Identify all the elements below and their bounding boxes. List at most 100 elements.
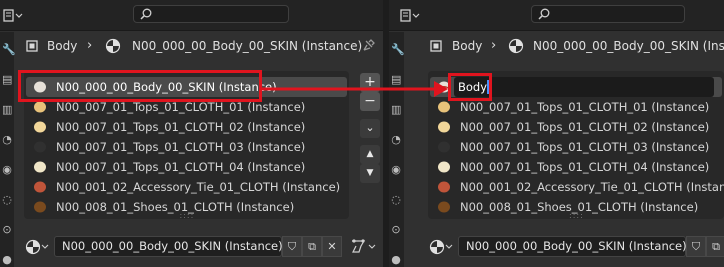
material-tab-icon[interactable]: ● [2,254,12,266]
material-slot[interactable]: N00_007_01_Tops_01_CLOTH_03 (Instance) [26,137,347,157]
material-slot-label: N00_007_01_Tops_01_CLOTH_04 (Instance) [460,160,710,174]
chevron-right-icon: › [87,38,93,53]
duplicate-material-button[interactable]: ⧉ [706,236,724,257]
material-slot[interactable]: N00_007_01_Tops_01_CLOTH_01 (Instance) [26,97,347,117]
material-preview-icon [438,141,450,153]
properties-panel-right: 🔧 ▤ ▥ ◔ ◉ ◌ ⊙ ● Body › N00_000_00_Body_0… [389,0,724,267]
breadcrumb-material: N00_000_00_Body_00_SKIN (Instance) [132,39,363,53]
breadcrumb-material: N00_000_00_Body_00_SKIN (Instance) [533,39,724,53]
duplicate-material-button[interactable]: ⧉ [302,236,322,257]
world-tab-icon[interactable]: ◉ [2,164,12,176]
breadcrumb-object: Body [452,39,483,53]
editor-type-icon[interactable] [2,8,24,24]
material-slot-label: N00_000_00_Body_00_SKIN (Instance) [56,80,277,94]
fake-user-button[interactable]: ⛉ [686,236,706,257]
material-slot[interactable]: N00_008_01_Shoes_01_CLOTH (Instance) [430,197,722,217]
add-slot-button[interactable]: + [360,73,380,92]
material-preview-icon [34,81,46,93]
panel-header [0,0,383,31]
link-type-icon[interactable] [350,237,380,257]
breadcrumb-object: Body [47,39,78,53]
slot-specials-button[interactable]: ⌄ [360,119,380,138]
constraint-tab-icon[interactable]: ⊙ [2,224,12,236]
material-preview-icon [438,101,450,113]
material-tab-icon[interactable]: ● [391,254,401,266]
tool-tab-icon[interactable]: 🔧 [391,44,405,56]
physics-tab-icon[interactable]: ◌ [2,194,12,206]
material-slot-editing[interactable]: Body [430,77,722,97]
material-slot[interactable]: N00_007_01_Tops_01_CLOTH_01 (Instance) [430,97,722,117]
material-slot-label: N00_007_01_Tops_01_CLOTH_04 (Instance) [56,160,306,174]
search-icon [538,8,550,20]
material-slot-label: N00_007_01_Tops_01_CLOTH_02 (Instance) [56,120,306,134]
world-tab-icon[interactable]: ◉ [391,164,401,176]
tool-tab-icon[interactable]: 🔧 [2,44,16,56]
pin-icon[interactable] [361,39,375,53]
breadcrumb: Body › N00_000_00_Body_00_SKIN (Instance… [428,37,724,55]
search-icon [140,8,152,20]
material-slot-label: N00_008_01_Shoes_01_CLOTH (Instance) [56,200,295,214]
material-name-field[interactable]: N00_000_00_Body_00_SKIN (Instance) [54,236,283,257]
material-preview-icon [438,81,450,93]
material-slot[interactable]: N00_001_02_Accessory_Tie_01_CLOTH (Insta… [430,177,724,197]
text-caret [487,80,489,94]
material-slot-label: N00_007_01_Tops_01_CLOTH_02 (Instance) [460,120,710,134]
material-preview-icon [34,101,46,113]
material-name-field[interactable]: N00_000_00_Body_00_SKIN (Instance) [458,236,687,257]
output-tab-icon[interactable]: ▥ [2,104,12,116]
physics-tab-icon[interactable]: ◌ [391,194,401,206]
unlink-material-button[interactable]: ✕ [322,236,342,257]
material-slot-label: N00_007_01_Tops_01_CLOTH_03 (Instance) [460,140,710,154]
material-icon [508,38,524,54]
remove-slot-button[interactable]: − [360,92,380,111]
search-input[interactable] [531,5,685,23]
constraint-tab-icon[interactable]: ⊙ [391,224,401,236]
move-slot-down-button[interactable]: ▼ [360,164,380,183]
material-icon [105,38,121,54]
properties-tab-strip: 🔧 ▤ ▥ ◔ ◉ ◌ ⊙ ● [389,32,405,267]
properties-tab-strip: 🔧 ▤ ▥ ◔ ◉ ◌ ⊙ ● [0,32,16,267]
material-slot-label: N00_008_01_Shoes_01_CLOTH (Instance) [460,200,699,214]
material-slot[interactable]: N00_007_01_Tops_01_CLOTH_02 (Instance) [26,117,347,137]
render-tab-icon[interactable]: ▤ [391,74,401,86]
material-slot-label: N00_007_01_Tops_01_CLOTH_03 (Instance) [56,140,306,154]
material-footer: N00_000_00_Body_00_SKIN (Instance) ⛉ ⧉ [428,236,724,258]
breadcrumb: Body › N00_000_00_Body_00_SKIN (Instance… [24,37,375,55]
move-slot-up-button[interactable]: ▲ [360,145,380,164]
material-slot[interactable]: N00_008_01_Shoes_01_CLOTH (Instance) [26,197,347,217]
render-tab-icon[interactable]: ▤ [2,74,12,86]
chevron-right-icon: › [491,38,497,53]
material-preview-icon [34,201,46,213]
material-slot-list[interactable]: Body :::: N00_007_01_Tops_01_CLOTH_01 (I… [428,71,724,220]
material-slot[interactable]: N00_007_01_Tops_01_CLOTH_04 (Instance) [26,157,347,177]
material-slot-label: N00_001_02_Accessory_Tie_01_CLOTH (Insta… [460,180,724,194]
object-icon [26,40,38,52]
object-icon [430,40,442,52]
material-slot[interactable]: N00_001_02_Accessory_Tie_01_CLOTH (Insta… [26,177,347,197]
scene-tab-icon[interactable]: ◔ [391,134,401,146]
browse-material-icon[interactable] [24,237,50,257]
material-preview-icon [438,121,450,133]
output-tab-icon[interactable]: ▥ [391,104,401,116]
material-preview-icon [438,161,450,173]
material-preview-icon [34,121,46,133]
scene-tab-icon[interactable]: ◔ [2,134,12,146]
material-footer: N00_000_00_Body_00_SKIN (Instance) ⛉ ⧉ ✕ [24,236,379,258]
search-input[interactable] [133,5,289,23]
material-slot[interactable]: N00_007_01_Tops_01_CLOTH_02 (Instance) [430,117,722,137]
fake-user-button[interactable]: ⛉ [282,236,302,257]
material-preview-icon [34,141,46,153]
material-slot-active[interactable]: N00_000_00_Body_00_SKIN (Instance) [26,77,347,97]
material-preview-icon [34,181,46,193]
slot-name-edit-field[interactable]: Body [454,77,714,97]
material-slot[interactable]: N00_007_01_Tops_01_CLOTH_04 (Instance) [430,157,722,177]
material-slot-list[interactable]: :::: N00_000_00_Body_00_SKIN (Instance) N… [24,71,349,220]
material-slot-label: N00_007_01_Tops_01_CLOTH_01 (Instance) [460,100,710,114]
editor-type-icon[interactable] [399,8,421,24]
browse-material-icon[interactable] [428,237,454,257]
material-preview-icon [438,201,450,213]
material-preview-icon [438,181,450,193]
panel-header [389,0,724,31]
material-slot[interactable]: N00_007_01_Tops_01_CLOTH_03 (Instance) [430,137,722,157]
properties-panel-left: 🔧 ▤ ▥ ◔ ◉ ◌ ⊙ ● Body › N00_000_00_Body_0… [0,0,383,267]
